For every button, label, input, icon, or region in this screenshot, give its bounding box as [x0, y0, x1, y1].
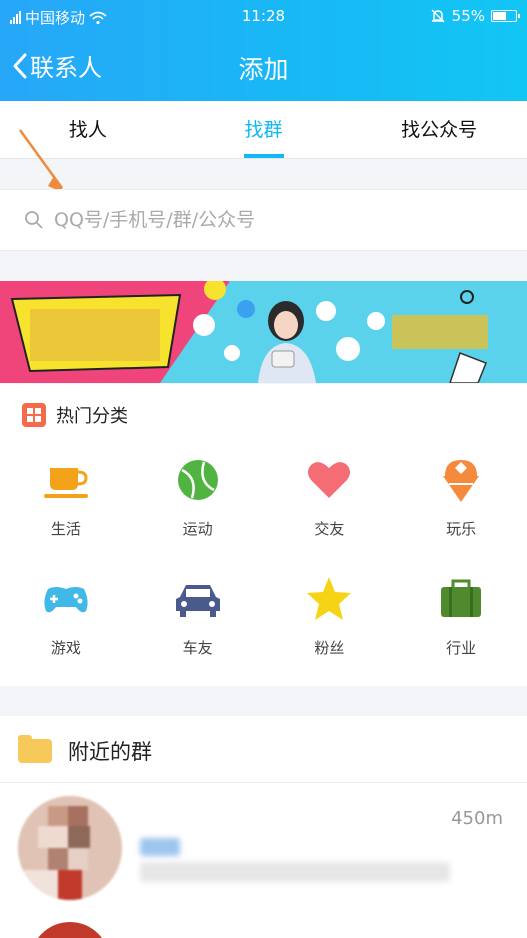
briefcase-icon — [441, 579, 482, 617]
promo-banner[interactable] — [0, 281, 527, 383]
search-input[interactable] — [54, 209, 454, 231]
ice-cream-icon — [443, 460, 480, 502]
category-life[interactable]: 生活 — [0, 454, 132, 539]
nearby-groups: 附近的群 450m — [0, 716, 527, 938]
categories-title: 热门分类 — [56, 406, 128, 427]
search-bar[interactable] — [0, 189, 527, 251]
star-icon — [307, 577, 352, 620]
page-title: 添加 — [238, 55, 289, 84]
header: 中国移动 11:28 55% 联系人 添加 — [0, 0, 527, 101]
category-grid-icon — [22, 403, 46, 427]
category-fans[interactable]: 粉丝 — [264, 573, 396, 658]
category-games[interactable]: 游戏 — [0, 573, 132, 658]
tab-bar: 找人 找群 找公众号 — [0, 101, 527, 159]
banner-image — [0, 281, 527, 383]
tab-find-official[interactable]: 找公众号 — [351, 101, 527, 158]
cup-icon — [43, 468, 88, 498]
category-industry[interactable]: 行业 — [395, 573, 527, 658]
avatar — [30, 922, 110, 938]
nearby-title: 附近的群 — [68, 740, 152, 764]
battery-percent: 55% — [451, 7, 485, 25]
tab-find-group[interactable]: 找群 — [176, 101, 352, 158]
category-fun[interactable]: 玩乐 — [395, 454, 527, 539]
distance-label: 450m — [451, 808, 503, 829]
hot-categories: 热门分类 生活 运动 交友 玩乐 游戏 车友 粉丝 行业 — [0, 384, 527, 686]
gamepad-icon — [44, 587, 88, 613]
nav-bar: 联系人 添加 — [0, 38, 527, 94]
category-sports[interactable]: 运动 — [132, 454, 264, 539]
car-icon — [175, 585, 220, 617]
alarm-icon — [431, 9, 445, 23]
group-name-blurred — [140, 838, 180, 856]
status-bar: 中国移动 11:28 55% — [0, 0, 527, 34]
search-icon — [25, 211, 43, 229]
category-car[interactable]: 车友 — [132, 573, 264, 658]
heart-icon — [308, 462, 351, 498]
ball-icon — [177, 460, 218, 500]
divider — [0, 782, 527, 783]
group-desc-blurred — [140, 862, 450, 882]
battery-icon — [491, 10, 520, 22]
category-friends[interactable]: 交友 — [264, 454, 396, 539]
avatar — [18, 796, 122, 900]
folder-icon — [18, 735, 52, 763]
